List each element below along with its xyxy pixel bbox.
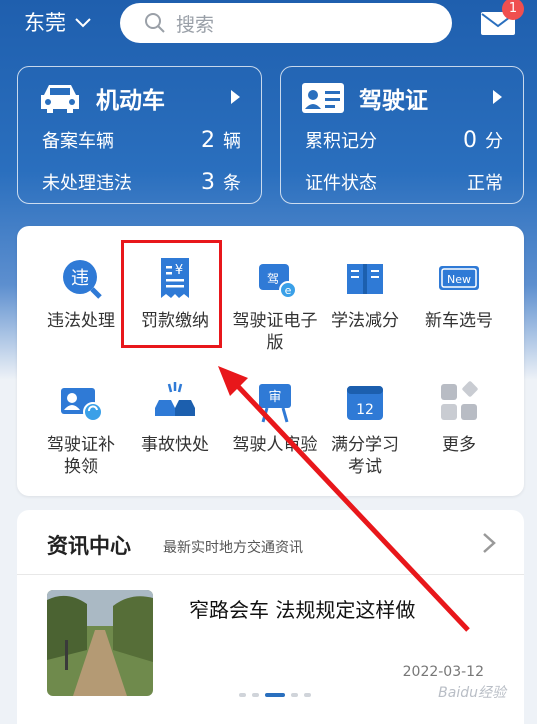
city-selector[interactable]: 东莞 — [24, 8, 92, 38]
license-card[interactable]: 驾驶证 累积记分 0 分 证件状态 正常 — [280, 66, 524, 204]
row-unit: 分 — [485, 131, 503, 152]
unhandled-violations-row: 未处理违法 3 条 — [42, 169, 241, 195]
service-more[interactable]: 更多 — [409, 380, 509, 456]
row-label: 备案车辆 — [42, 131, 114, 152]
e-license-icon: 驾e — [259, 264, 297, 299]
svg-text:违: 违 — [71, 268, 89, 289]
news-section-title: 资讯中心 — [47, 534, 131, 558]
service-label: 更多 — [442, 435, 476, 455]
license-renew-icon — [61, 388, 103, 422]
svg-text:12: 12 — [356, 402, 374, 418]
service-violation[interactable]: 违 违法处理 — [31, 256, 131, 332]
row-label: 证件状态 — [305, 173, 377, 194]
carousel-dot — [239, 693, 246, 697]
search-placeholder: 搜索 — [176, 13, 215, 36]
divider — [17, 574, 524, 575]
car-icon — [41, 85, 79, 113]
row-label: 未处理违法 — [42, 173, 132, 194]
service-label: 满分学习考试 — [331, 435, 399, 477]
news-section-subtitle: 最新实时地方交通资讯 — [163, 540, 303, 556]
review-icon: 审 — [259, 384, 291, 423]
vehicle-card-title: 机动车 — [96, 88, 165, 114]
watermark: Baidu经验 — [438, 685, 506, 701]
carousel-dot — [304, 693, 311, 697]
row-value: 2 — [201, 128, 215, 153]
svg-text:New: New — [447, 273, 471, 286]
road-photo-image — [47, 590, 153, 696]
news-panel: 资讯中心 最新实时地方交通资讯 窄路会车 法规规定这样做 2022-03-12 … — [17, 510, 524, 724]
row-label: 累积记分 — [305, 131, 377, 152]
svg-text:驾: 驾 — [267, 272, 279, 286]
svg-text:审: 审 — [268, 390, 281, 405]
search-icon — [145, 13, 165, 33]
service-accident[interactable]: 事故快处 — [125, 380, 225, 456]
service-new-plate[interactable]: New 新车选号 — [409, 256, 509, 332]
carousel-dot — [252, 693, 259, 697]
row-unit: 辆 — [223, 131, 241, 152]
service-label: 事故快处 — [141, 435, 209, 455]
service-label: 驾驶人审验 — [232, 435, 318, 455]
service-license-renew[interactable]: 驾驶证补换领 — [31, 380, 131, 478]
carousel-dot-active — [265, 693, 285, 697]
row-value: 0 — [463, 128, 477, 153]
license-status-row: 证件状态 正常 — [305, 169, 503, 195]
city-label: 东莞 — [24, 11, 66, 35]
service-driver-review[interactable]: 审 驾驶人审验 — [225, 380, 325, 456]
triangle-right-icon — [231, 90, 240, 104]
chevron-down-icon — [75, 18, 91, 28]
accident-icon — [155, 382, 195, 416]
license-card-title: 驾驶证 — [359, 88, 428, 114]
chevron-right-icon[interactable] — [482, 532, 496, 554]
more-grid-icon — [441, 381, 478, 420]
calendar-12-icon: 12 — [347, 386, 383, 420]
service-e-license[interactable]: 驾e 驾驶证电子版 — [225, 256, 325, 354]
id-card-icon — [302, 83, 344, 113]
triangle-right-icon — [493, 90, 502, 104]
service-label: 驾驶证补换领 — [47, 435, 115, 477]
carousel-dots — [239, 693, 311, 697]
mail-badge: 1 — [502, 0, 524, 20]
license-card-header: 驾驶证 — [301, 81, 428, 115]
news-date: 2022-03-12 — [402, 664, 484, 680]
row-value: 3 — [201, 170, 215, 195]
highlight-box — [121, 240, 222, 348]
accumulated-points-row: 累积记分 0 分 — [305, 127, 503, 153]
book-icon — [347, 264, 383, 294]
svg-text:e: e — [285, 284, 292, 297]
service-label: 学法减分 — [331, 311, 399, 331]
carousel-dot — [291, 693, 298, 697]
violation-icon: 违 — [63, 260, 102, 299]
registered-vehicles-row: 备案车辆 2 辆 — [42, 127, 241, 153]
news-headline[interactable]: 窄路会车 法规规定这样做 — [189, 594, 415, 623]
new-plate-icon: New — [439, 266, 479, 290]
news-thumbnail[interactable] — [47, 590, 153, 696]
service-study-reduce[interactable]: 学法减分 — [315, 256, 415, 332]
row-unit: 条 — [223, 173, 241, 194]
top-bar: 东莞 搜索 1 — [0, 0, 537, 46]
services-panel: 违 违法处理 ¥ 罚款缴纳 驾e 驾驶证电子版 学法减分 New 新车选号 驾驶… — [17, 226, 524, 496]
row-unit: 正常 — [467, 173, 503, 194]
search-input[interactable]: 搜索 — [120, 3, 452, 43]
service-label: 新车选号 — [425, 311, 493, 331]
vehicle-card-header: 机动车 — [38, 81, 165, 115]
vehicle-card[interactable]: 机动车 备案车辆 2 辆 未处理违法 3 条 — [17, 66, 262, 204]
service-full-score-exam[interactable]: 12 满分学习考试 — [315, 380, 415, 478]
service-label: 驾驶证电子版 — [232, 311, 318, 353]
service-label: 违法处理 — [47, 311, 115, 331]
